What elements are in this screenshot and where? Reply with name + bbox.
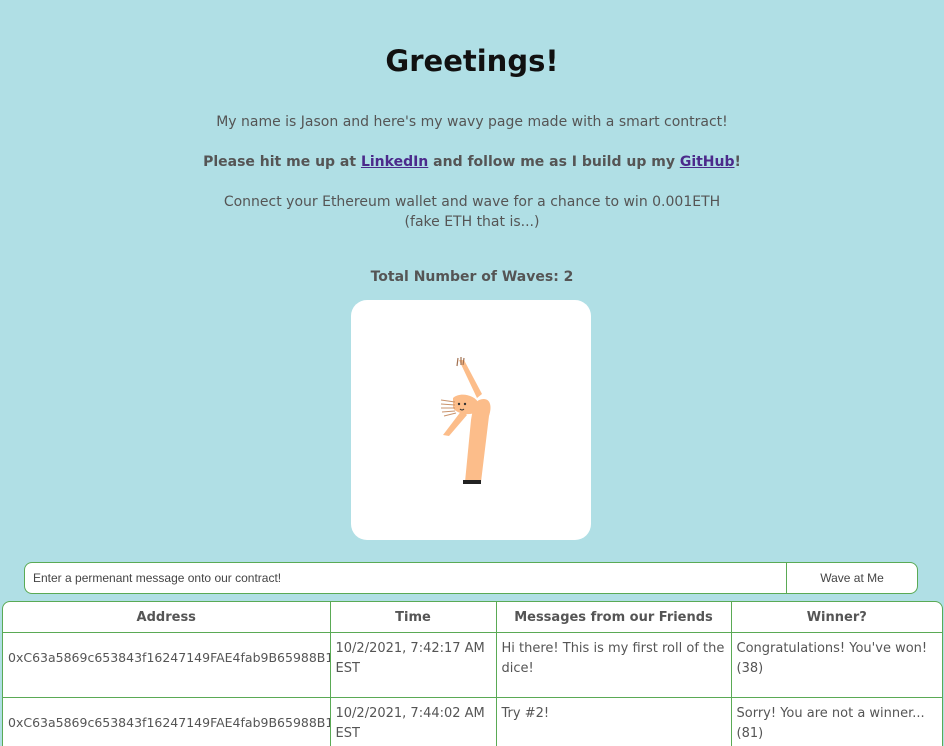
github-link[interactable]: GitHub: [680, 154, 735, 170]
wave-illustration-card: [351, 300, 591, 540]
links-prefix: Please hit me up at: [203, 154, 361, 170]
waving-tube-man-icon: [440, 357, 491, 484]
message-cell: Hi there! This is my first roll of the d…: [495, 632, 732, 698]
page-title: Greetings!: [385, 44, 559, 78]
intro-text: My name is Jason and here's my wavy page…: [216, 114, 728, 130]
links-line: Please hit me up at LinkedIn and follow …: [0, 152, 944, 172]
table-row: 0xC63a5869c653843f16247149FAE4fab9B65988…: [3, 697, 942, 746]
waves-table: Address Time Messages from our Friends W…: [2, 601, 943, 746]
message-form: Wave at Me: [24, 562, 918, 594]
time-cell: 10/2/2021, 7:44:02 AM EST: [329, 697, 497, 746]
connect-text: Connect your Ethereum wallet and wave fo…: [223, 194, 721, 210]
column-header-address: Address: [3, 602, 331, 633]
winner-cell: Congratulations! You've won! (38): [730, 632, 942, 698]
page: Greetings! My name is Jason and here's m…: [0, 0, 944, 746]
time-cell: 10/2/2021, 7:42:17 AM EST: [329, 632, 497, 698]
address-cell: 0xC63a5869c653843f16247149FAE4fab9B65988…: [3, 697, 331, 746]
message-input[interactable]: [24, 562, 786, 594]
column-header-messages: Messages from our Friends: [495, 602, 732, 633]
connect-subtext: (fake ETH that is...): [404, 214, 540, 230]
wave-at-me-button[interactable]: Wave at Me: [786, 562, 918, 594]
message-cell: Try #2!: [495, 697, 732, 746]
column-header-winner: Winner?: [730, 602, 942, 633]
table-row: 0xC63a5869c653843f16247149FAE4fab9B65988…: [3, 632, 942, 698]
table-header-row: Address Time Messages from our Friends W…: [3, 602, 942, 633]
address-cell: 0xC63a5869c653843f16247149FAE4fab9B65988…: [3, 632, 331, 698]
links-suffix: !: [734, 154, 741, 170]
linkedin-link[interactable]: LinkedIn: [361, 154, 428, 170]
total-waves: Total Number of Waves: 2: [370, 269, 574, 285]
column-header-time: Time: [329, 602, 497, 633]
links-middle: and follow me as I build up my: [428, 154, 680, 170]
winner-cell: Sorry! You are not a winner... (81): [730, 697, 942, 746]
